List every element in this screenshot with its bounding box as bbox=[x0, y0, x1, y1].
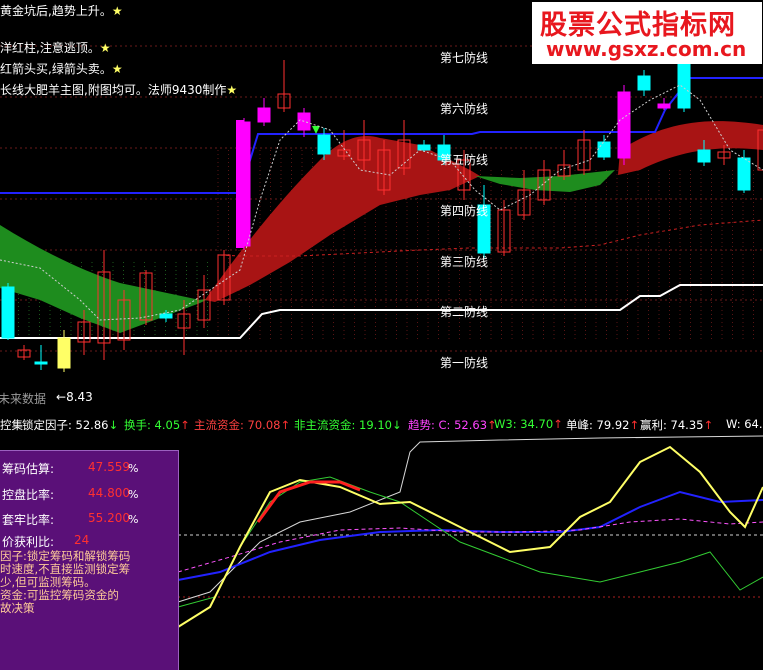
indicator-value: 4.05 bbox=[154, 418, 181, 432]
green-band-mid bbox=[475, 170, 615, 192]
indicator-2: 锁定因子: 52.86↓ bbox=[22, 417, 118, 433]
panel-desc-5: 故决策 bbox=[0, 601, 35, 615]
star-icon: ★ bbox=[99, 41, 111, 55]
indicator-4: 主流资金: 70.08↑ bbox=[194, 417, 290, 433]
watermark-url: www.gsxz.com.cn bbox=[546, 37, 747, 61]
future-data-label: 未来数据 bbox=[0, 392, 47, 406]
indicator-label: 锁定因子: bbox=[22, 418, 76, 432]
panel-row-4-value: 24 bbox=[74, 533, 90, 547]
indicator-7: W3: 34.70↑ bbox=[494, 417, 563, 431]
panel-row-2-label: 控盘比率: bbox=[2, 488, 55, 502]
indicator-value: 70.08 bbox=[247, 418, 281, 432]
gray-line bbox=[177, 435, 763, 603]
blue-line bbox=[177, 490, 763, 581]
indicator-label: 换手: bbox=[124, 418, 155, 432]
indicator-6: 趋势: C: 52.63↑ bbox=[408, 417, 497, 433]
panel-row-2-unit: % bbox=[128, 488, 139, 501]
note-line-4: 长线大肥羊主图,附图均可。法师9430制作★ bbox=[0, 83, 238, 97]
panel-row-1-label: 筹码估算: bbox=[2, 462, 55, 476]
star-icon: ★ bbox=[226, 83, 238, 97]
indicator-label: W: bbox=[726, 417, 745, 431]
candle-body bbox=[34, 361, 48, 365]
indicator-10: W: 64. bbox=[726, 417, 763, 431]
indicator-9: 赢利: 74.35↑ bbox=[640, 417, 713, 433]
indicator-value: 19.10 bbox=[359, 418, 392, 432]
yellow-line bbox=[177, 445, 763, 628]
note-line-3: 红箭头买,绿箭头卖。★ bbox=[0, 62, 123, 76]
indicator-value: 52.86 bbox=[75, 418, 109, 432]
site-watermark: 股票公式指标网 www.gsxz.com.cn bbox=[532, 2, 762, 64]
indicator-bar: 控集 锁定因子: 52.86↓ 换手: 4.05↑ 主流资金: 70.08↑ 非主流资金… bbox=[0, 415, 763, 432]
price-marker-value: 8.43 bbox=[66, 390, 93, 404]
arrow-up-icon: ↑ bbox=[553, 417, 563, 431]
indicator-label: 控集 bbox=[0, 418, 23, 432]
defense-line-1-label: 第一防线 bbox=[440, 356, 489, 370]
indicator-label: 单峰: bbox=[566, 418, 597, 432]
magenta-pillar bbox=[236, 120, 244, 248]
star-icon: ★ bbox=[111, 4, 123, 18]
note-line-2: 洋红柱,注意逃顶。★ bbox=[0, 41, 111, 55]
candle-body bbox=[317, 134, 331, 155]
candle-body bbox=[1, 286, 15, 339]
indicator-3: 换手: 4.05↑ bbox=[124, 417, 190, 433]
defense-line-5-label: 第五防线 bbox=[440, 153, 489, 167]
candle-body bbox=[737, 157, 751, 191]
indicator-label: 主流资金: bbox=[194, 418, 248, 432]
arrow-up-icon: ↑ bbox=[180, 418, 190, 432]
candle-body bbox=[57, 337, 71, 369]
defense-line-3-label: 第三防线 bbox=[440, 255, 489, 269]
indicator-label: 赢利: bbox=[640, 418, 671, 432]
candle-body bbox=[417, 144, 431, 151]
panel-row-3-unit: % bbox=[128, 513, 139, 526]
panel-row-1-unit: % bbox=[128, 462, 139, 475]
defense-line-6-label: 第六防线 bbox=[440, 102, 489, 116]
panel-row-3-label: 套牢比率: bbox=[2, 513, 55, 527]
arrow-down-icon: ↓ bbox=[108, 418, 119, 432]
candle-body bbox=[677, 59, 691, 109]
candle-body bbox=[597, 141, 611, 158]
arrow-up-icon: ↑ bbox=[629, 418, 640, 432]
price-marker: ←8.43 bbox=[56, 390, 93, 404]
indicator-value: 64. bbox=[744, 417, 763, 431]
panel-row-3-value: 55.200 bbox=[88, 511, 130, 525]
indicator-value: 34.70 bbox=[520, 417, 554, 431]
arrow-down-icon: ↓ bbox=[391, 418, 402, 432]
panel-row-2-value: 44.800 bbox=[88, 486, 130, 500]
indicator-label: 非主流资金: bbox=[294, 418, 360, 432]
indicator-value: C: 52.63 bbox=[438, 418, 488, 432]
sell-arrow-icon bbox=[312, 126, 320, 134]
candle-body bbox=[617, 91, 631, 159]
panel-row-1-value: 47.559 bbox=[88, 460, 130, 474]
arrow-up-icon: ↑ bbox=[280, 418, 291, 432]
arrow-up-icon: ↑ bbox=[703, 418, 714, 432]
candle-body bbox=[637, 75, 651, 91]
candle-body bbox=[257, 107, 271, 123]
indicator-5: 非主流资金: 19.10↓ bbox=[294, 417, 402, 433]
defense-line-7-label: 第七防线 bbox=[440, 51, 489, 65]
chip-info-panel: 筹码估算: 47.559 % 控盘比率: 44.800 % 套牢比率: 55.2… bbox=[0, 450, 179, 670]
green-line bbox=[177, 476, 763, 608]
indicator-8: 单峰: 79.92↑ bbox=[566, 417, 639, 433]
defense-line-2-label: 第二防线 bbox=[440, 305, 489, 319]
indicator-label: W3: bbox=[494, 417, 521, 431]
defense-line-4-label: 第四防线 bbox=[440, 204, 489, 218]
indicator-value: 79.92 bbox=[596, 418, 630, 432]
indicator-value: 74.35 bbox=[670, 418, 704, 432]
indicator-1: 控集 bbox=[0, 417, 23, 433]
note-line-1: 黄金坑后,趋势上升。★ bbox=[0, 4, 123, 18]
candle-body bbox=[159, 313, 173, 319]
candle-body bbox=[657, 103, 671, 109]
indicator-label: 趋势: bbox=[408, 418, 439, 432]
star-icon: ★ bbox=[111, 62, 123, 76]
candle-body bbox=[697, 149, 711, 163]
